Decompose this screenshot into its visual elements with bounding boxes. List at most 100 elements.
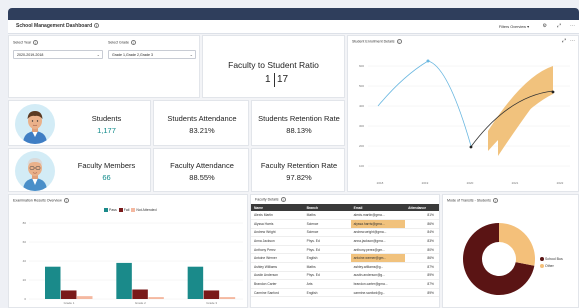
y-tick-label: 60 [23,240,27,244]
faculty-avatar [15,151,55,191]
cell-email: ashley.williams@g... [350,262,406,272]
students-label: Students [91,114,122,123]
cell-email: alyssa.harris@gma... [350,219,406,229]
table-row[interactable]: Anna Jackson Phys. Ed anna.jackson@gma... 8… [251,236,439,246]
table-row[interactable]: Carmine Sanford English carmine.sanford@g.… [251,288,439,298]
table-row[interactable]: Andrew Wright Science andrew.wright@gma...… [251,228,439,238]
cell-name: Austin Anderson [251,271,304,281]
y-tick-label: 0 [24,297,26,301]
students-retention-value: 88.13% [286,126,312,135]
table-row[interactable]: Brandon Carter Arts brandon.carter@gma... 8… [251,279,439,289]
cell-email: austin.anderson@g... [350,271,406,281]
y-tick-label: 400 [359,104,364,108]
transport-donut-chart [463,223,535,295]
faculty-attendance-label: Faculty Attendance [170,161,234,170]
ratio-divider [274,73,275,87]
table-row[interactable]: Alyssa Harris Science alyssa.harris@gma...… [251,219,439,229]
table-row[interactable]: Anthony Perez Phys. Ed anthony.perez@gm...… [251,245,439,255]
ratio-left: 1 [265,74,271,85]
y-tick-label: 80 [23,221,27,225]
info-icon[interactable]: i [280,197,286,202]
y-tick-label: 40 [23,259,27,263]
legend-other[interactable]: Other [540,264,554,269]
x-tick-label: 2019 [422,181,429,185]
students-attendance-value: 83.21% [189,126,215,135]
cell-att: 87% [405,262,439,272]
info-icon: i [130,40,136,45]
x-tick-label: 2018 [377,181,384,185]
y-tick-label: 600 [359,64,364,68]
grade-select[interactable]: Grade 1,Grade 2,Grade 3 ⌄ [108,50,196,59]
cell-name: Alexis Martin [251,211,304,221]
cell-branch: Science [303,228,351,238]
cell-att: 87% [405,279,439,289]
enrollment-point [426,59,430,63]
donut-slice [499,223,535,266]
cell-name: Andrew Wright [251,228,304,238]
table-row[interactable]: Antoine Werner English antoine.werner@gm..… [251,253,439,264]
grade-label: Select Grade i [108,40,136,45]
x-tick-label: Grade 1 [64,301,75,305]
cell-email: antoine.werner@gm... [350,253,406,264]
chevron-down-icon: ▾ [527,25,529,29]
cell-name: Alyssa Harris [251,219,304,229]
info-icon[interactable]: i [94,23,100,29]
column-header[interactable]: Name [251,204,304,211]
cell-att: 89% [405,288,439,298]
exam-card: Examination Results Overview i Pass Fail … [8,194,248,308]
y-tick-label: 200 [359,144,364,148]
x-tick-label: 2021 [512,181,519,185]
sliders-icon[interactable]: ⚙ [543,23,547,29]
cell-branch: English [303,288,351,298]
window-top-bar [8,8,579,20]
ratio-right: 17 [277,74,289,85]
cell-name: Ashley Williams [251,262,304,272]
dashboard-header: School Management Dashboard i Filters Ove… [8,20,579,34]
page-title: School Management Dashboard i [16,23,100,29]
students-retention-card: Students Retention Rate 88.13% [251,100,345,146]
students-retention-label: Students Retention Rate [258,114,340,123]
cell-name: Carmine Sanford [251,288,304,298]
cell-branch: Phys. Ed [303,245,351,255]
expand-icon[interactable]: ⤢ [557,23,561,29]
faculty-retention-card: Faculty Retention Rate 97.82% [251,148,345,192]
cell-att: 83% [405,236,439,246]
enrollment-line [377,60,472,147]
y-tick-label: 20 [23,278,27,282]
cell-email: carmine.sanford@g... [350,288,406,298]
cell-att: 89% [405,271,439,281]
more-icon[interactable]: ⋯ [570,23,575,29]
cell-name: Anthony Perez [251,245,304,255]
column-header[interactable]: Attendance [405,204,439,211]
filters-dropdown[interactable]: Filters Overview ▾ [499,24,529,29]
cell-email: andrew.wright@gma... [350,228,406,238]
info-icon: i [33,40,39,45]
dashboard: School Management Dashboard i Filters Ove… [8,20,579,308]
cell-att: 86% [405,253,439,264]
cell-name: Anna Jackson [251,236,304,246]
year-label: Select Year i [13,40,39,45]
x-tick-label: Grade 3 [206,301,217,305]
table-row[interactable]: Alexis Martin Maths alexis.martin@gma... 81… [251,211,439,221]
cell-email: alexis.martin@gma... [350,211,406,221]
legend-school-bus[interactable]: School Bus [540,257,563,262]
year-select[interactable]: 2020-2019-2018 ⌄ [13,50,103,59]
students-value: 1,177 [97,126,116,135]
x-tick-label: 2020 [467,181,474,185]
cell-branch: Maths [303,211,351,221]
cell-email: brandon.carter@gma... [350,279,406,289]
table-row[interactable]: Ashley Williams Maths ashley.williams@g...… [251,262,439,272]
cell-att: 81% [405,211,439,221]
table-row[interactable]: Austin Anderson Phys. Ed austin.anderson@g… [251,271,439,281]
bar-pass [116,262,132,299]
cell-branch: English [303,253,351,264]
faculty-value: 66 [102,173,111,182]
bar-not-attended [219,297,236,299]
enrollment-chart: 600 500 400 300 200 100 2018 2019 2020 2021 2022 [359,59,570,185]
bar-pass [187,266,204,299]
column-header[interactable]: Branch [303,204,351,211]
chevron-down-icon: ⌄ [96,52,100,57]
column-header[interactable]: Email [350,204,406,211]
students-card: Students 1,177 [8,100,151,146]
cell-branch: Maths [303,262,351,272]
